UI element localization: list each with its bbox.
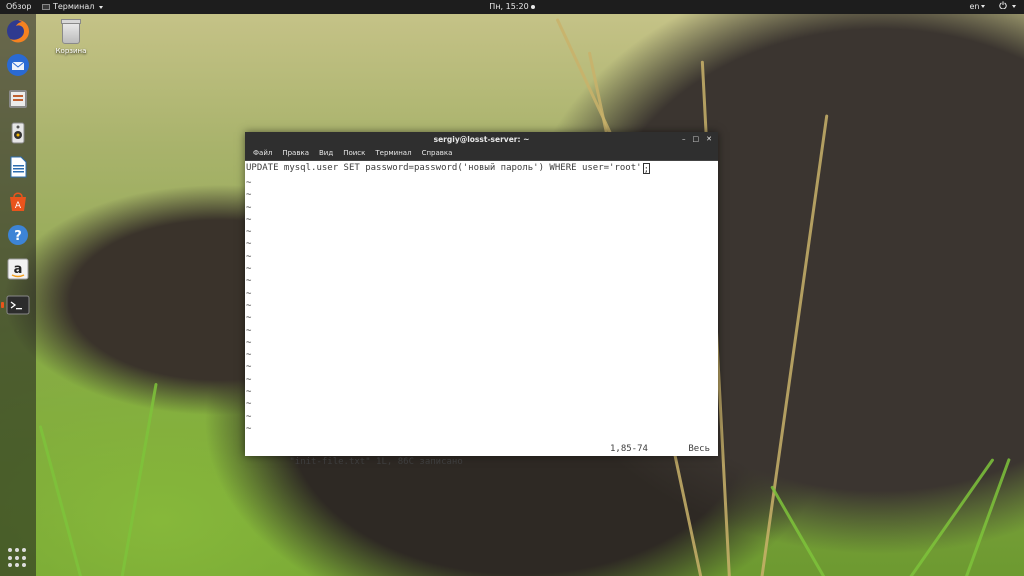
power-icon — [999, 1, 1008, 10]
empty-line-marker: ~ — [246, 313, 252, 324]
minimize-icon[interactable]: – — [682, 132, 686, 147]
editor-command-line: UPDATE mysql.user SET password=password(… — [246, 162, 650, 175]
terminal-menubar: Файл Правка Вид Поиск Терминал Справка — [245, 147, 718, 161]
dock-item-help[interactable]: ? — [5, 222, 31, 248]
chevron-down-icon — [981, 5, 986, 8]
svg-text:A: A — [15, 201, 22, 211]
svg-text:?: ? — [14, 229, 22, 244]
text-cursor: ; — [642, 163, 650, 175]
chevron-down-icon — [1012, 5, 1016, 8]
empty-line-marker: ~ — [246, 239, 252, 250]
vim-status-line: "init-file.txt" 1L, 86C записано 1,85-74… — [246, 443, 710, 467]
cursor-char: ; — [643, 165, 649, 175]
wallpaper-grass — [120, 382, 158, 576]
empty-line-marker: ~ — [246, 411, 252, 422]
system-tray: en — [969, 0, 1016, 14]
keyboard-layout-label: en — [969, 2, 980, 11]
window-controls: – □ ✕ — [682, 132, 712, 147]
mail-icon — [7, 54, 29, 76]
empty-line-marker: ~ — [246, 374, 252, 385]
empty-line-marker: ~ — [246, 387, 252, 398]
grid-icon[interactable] — [8, 548, 28, 568]
dock-item-rhythmbox[interactable] — [5, 120, 31, 146]
empty-line-marker: ~ — [246, 350, 252, 361]
empty-line-marker: ~ — [246, 251, 252, 262]
terminal-titlebar[interactable]: sergiy@losst-server: ~ – □ ✕ — [245, 132, 718, 147]
document-icon — [10, 156, 27, 178]
wallpaper-grass — [760, 114, 829, 576]
amazon-icon: a — [7, 258, 29, 280]
maximize-icon[interactable]: □ — [693, 132, 700, 147]
system-menu-button[interactable] — [999, 0, 1016, 14]
empty-line-marker: ~ — [246, 300, 252, 311]
notification-dot-icon — [530, 4, 535, 9]
dock-item-amazon[interactable]: a — [5, 256, 31, 282]
clock-label: Пн, 15:20 — [489, 2, 529, 11]
status-cursor-position: 1,85-74 — [610, 444, 648, 454]
firefox-icon — [7, 20, 30, 43]
wallpaper-grass — [770, 485, 833, 576]
desktop: Обзор Терминал Пн, 15:20 en A ? a Корзин… — [0, 0, 1024, 576]
empty-line-marker: ~ — [246, 325, 252, 336]
status-file-info: "init-file.txt" 1L, 86C записано — [289, 457, 463, 467]
dock-item-software[interactable]: A — [5, 188, 31, 214]
desktop-icon-trash[interactable]: Корзина — [54, 19, 88, 55]
dock-item-terminal[interactable] — [1, 292, 31, 318]
empty-line-marker: ~ — [246, 288, 252, 299]
trash-label: Корзина — [55, 47, 87, 55]
menu-terminal[interactable]: Терминал — [370, 147, 416, 160]
dock: A ? a — [0, 14, 36, 576]
menu-help[interactable]: Справка — [417, 147, 458, 160]
empty-line-marker: ~ — [246, 276, 252, 287]
wallpaper-grass — [960, 457, 1011, 576]
editor-line-text: UPDATE mysql.user SET password=password(… — [246, 163, 642, 173]
empty-line-marker: ~ — [246, 399, 252, 410]
empty-line-marker: ~ — [246, 178, 252, 188]
empty-line-marker: ~ — [246, 214, 252, 225]
empty-line-marker: ~ — [246, 362, 252, 373]
menu-edit[interactable]: Правка — [277, 147, 314, 160]
empty-line-marker: ~ — [246, 264, 252, 275]
empty-line-marker: ~ — [246, 202, 252, 213]
terminal-body[interactable]: UPDATE mysql.user SET password=password(… — [245, 161, 718, 467]
clock[interactable]: Пн, 15:20 — [0, 0, 1024, 14]
status-scroll-position: Весь — [688, 444, 710, 454]
empty-line-marker: ~ — [246, 190, 252, 201]
wallpaper-grass — [900, 458, 995, 576]
svg-text:a: a — [14, 262, 23, 277]
dock-item-thunderbird[interactable] — [5, 52, 31, 78]
software-center-icon: A — [10, 192, 26, 211]
empty-line-marker: ~ — [246, 227, 252, 238]
top-panel: Обзор Терминал Пн, 15:20 en — [0, 0, 1024, 14]
files-icon — [9, 90, 27, 108]
menu-search[interactable]: Поиск — [338, 147, 370, 160]
dock-item-files[interactable] — [5, 86, 31, 112]
keyboard-layout-indicator[interactable]: en — [969, 0, 986, 14]
help-icon: ? — [8, 225, 28, 245]
terminal-window[interactable]: sergiy@losst-server: ~ – □ ✕ Файл Правка… — [245, 132, 718, 467]
empty-line-marker: ~ — [246, 423, 252, 434]
menu-view[interactable]: Вид — [314, 147, 338, 160]
dock-item-firefox[interactable] — [5, 18, 31, 44]
close-icon[interactable]: ✕ — [706, 132, 712, 147]
menu-file[interactable]: Файл — [248, 147, 277, 160]
wallpaper-grass — [38, 425, 83, 576]
dock-item-writer[interactable] — [5, 154, 31, 180]
empty-line-marker: ~ — [246, 337, 252, 348]
trash-icon — [61, 19, 81, 44]
window-title: sergiy@losst-server: ~ — [433, 135, 530, 144]
terminal-icon — [6, 295, 30, 315]
speaker-icon — [11, 122, 25, 144]
empty-line-markers: ~ ~ ~ ~ ~ ~ ~ ~ ~ ~ ~ ~ ~ ~ ~ ~ ~ ~ ~ ~ ~ — [246, 177, 251, 435]
